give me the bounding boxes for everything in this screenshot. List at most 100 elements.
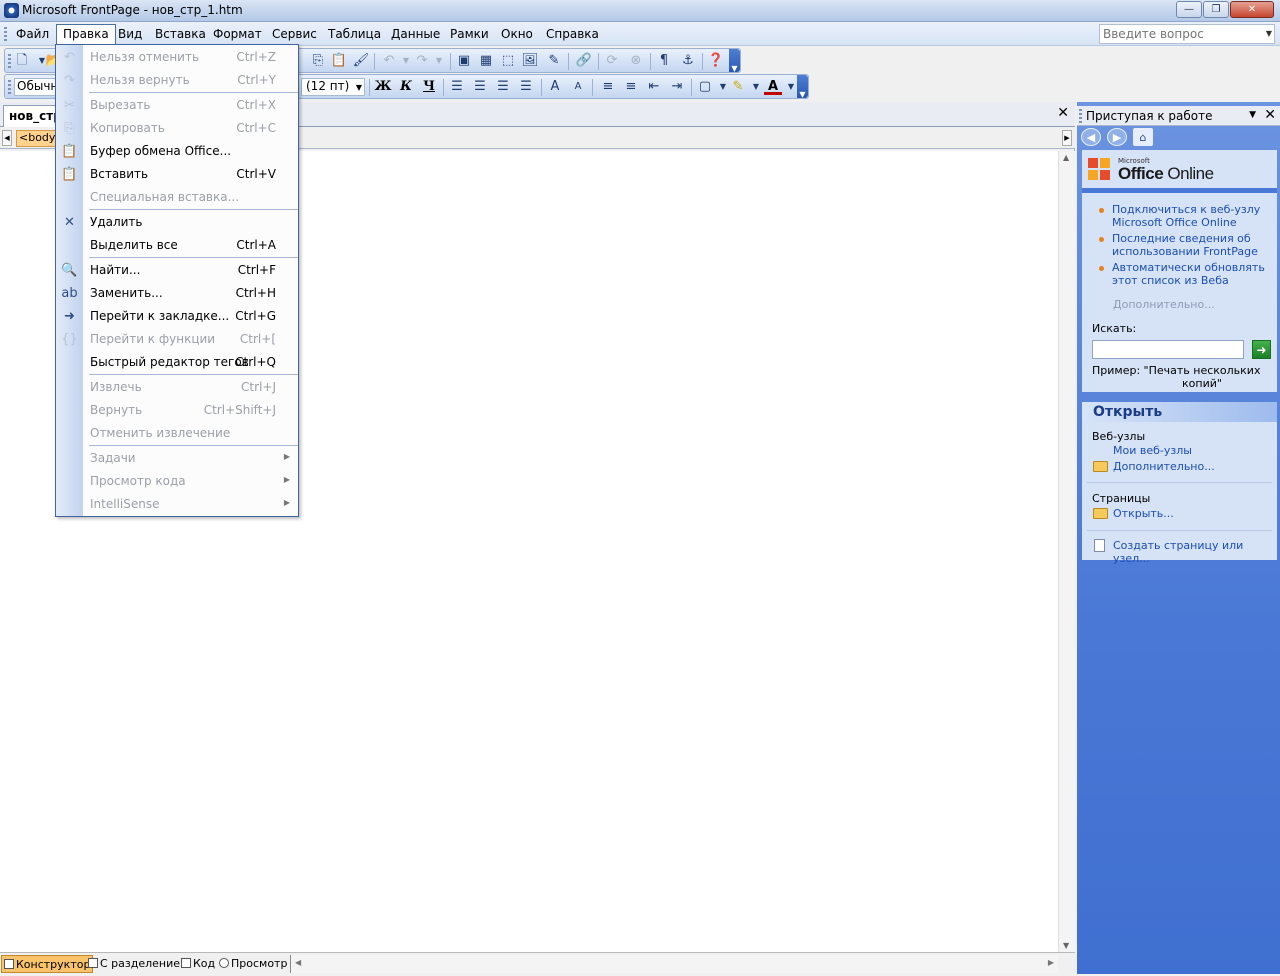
view-tab-code[interactable]: Код [179, 955, 217, 973]
task-pane-menu-icon[interactable]: ▼ [1249, 110, 1256, 120]
menu-help[interactable]: Справка [540, 25, 605, 44]
task-pane-close-icon[interactable]: ✕ [1264, 107, 1276, 123]
bullets-icon[interactable]: ≡ [622, 78, 640, 96]
highlight-icon[interactable]: ✎ [729, 78, 747, 96]
menu-tools[interactable]: Сервис [266, 25, 323, 44]
toolbar-options-chevron-icon[interactable]: ▼ [729, 49, 740, 73]
edit-menu-item[interactable]: IntelliSense ▶ [56, 493, 298, 516]
numbering-icon[interactable]: ≡ [599, 78, 617, 96]
edit-menu-item[interactable]: 📋 Вставить Ctrl+V [56, 163, 298, 186]
task-pane-title[interactable]: Приступая к работе [1086, 109, 1213, 123]
back-icon[interactable]: ◀ [1081, 128, 1101, 146]
view-tab-split[interactable]: С разделением [86, 955, 190, 973]
redo-toolbar-icon[interactable]: ↷ [413, 52, 431, 70]
web-component-icon[interactable]: ▣ [455, 52, 473, 70]
copy-toolbar-icon[interactable]: ⎘ [309, 52, 327, 70]
edit-menu-item[interactable]: Быстрый редактор тегов Ctrl+Q [56, 351, 298, 374]
horizontal-scrollbar[interactable]: ◀ ▶ [290, 955, 1058, 973]
undo-toolbar-icon[interactable]: ↶ [380, 52, 398, 70]
toolbar-options-chevron-icon[interactable]: ▼ [797, 75, 808, 99]
view-tab-preview[interactable]: Просмотр [217, 955, 289, 973]
bold-button[interactable]: Ж [374, 78, 392, 96]
menu-table[interactable]: Таблица [322, 25, 387, 44]
refresh-icon[interactable]: ⟳ [603, 52, 621, 70]
redo-dropdown-icon[interactable]: ▼ [430, 52, 448, 70]
edit-menu-item[interactable]: ✂ Вырезать Ctrl+X [56, 94, 298, 117]
new-page-icon[interactable]: 🗋 [13, 52, 31, 70]
link-auto-update[interactable]: Автоматически обновлять этот список из В… [1092, 261, 1272, 287]
menu-window[interactable]: Окно [495, 25, 539, 44]
menu-format[interactable]: Формат [207, 25, 268, 44]
paste-toolbar-icon[interactable]: 📋 [330, 52, 348, 70]
body-tag-chip[interactable]: <body> [16, 130, 60, 147]
edit-menu-item[interactable]: ↶ Нельзя отменить Ctrl+Z [56, 46, 298, 69]
edit-menu-item[interactable]: Выделить все Ctrl+A [56, 234, 298, 257]
ask-question-box[interactable]: ▼ [1099, 24, 1275, 44]
edit-menu-item[interactable]: {} Перейти к функции Ctrl+[ [56, 328, 298, 351]
edit-menu-item[interactable]: Вернуть Ctrl+Shift+J [56, 399, 298, 422]
edit-menu-item[interactable]: Отменить извлечение [56, 422, 298, 445]
link-latest-news[interactable]: Последние сведения об использовании Fron… [1092, 232, 1272, 258]
more-link[interactable]: Дополнительно... [1113, 298, 1215, 311]
menu-frames[interactable]: Рамки [444, 25, 495, 44]
hyperlink-icon[interactable]: 🔗 [575, 52, 593, 70]
align-left-icon[interactable]: ☰ [448, 78, 466, 96]
edit-menu-item[interactable]: ab Заменить... Ctrl+H [56, 282, 298, 305]
font-size-select[interactable]: (12 пт) ▼ [301, 78, 365, 96]
insert-picture-icon[interactable]: 🖼 [521, 52, 539, 70]
restore-button[interactable]: ❐ [1203, 1, 1229, 18]
decrease-indent-icon[interactable]: ⇤ [645, 78, 663, 96]
websites-more-link[interactable]: Дополнительно... [1113, 460, 1215, 473]
tag-scroll-left-icon[interactable]: ◀ [2, 130, 12, 146]
italic-button[interactable]: К [397, 78, 415, 96]
ask-dropdown-icon[interactable]: ▼ [1266, 29, 1272, 38]
open-section-header[interactable]: Открыть [1082, 402, 1277, 422]
edit-menu-item[interactable]: ✕ Удалить [56, 211, 298, 234]
align-center-icon[interactable]: ☰ [471, 78, 489, 96]
scroll-left-icon[interactable]: ◀ [295, 958, 301, 967]
borders-icon[interactable]: ▢ [696, 78, 714, 96]
scroll-up-icon[interactable]: ▲ [1063, 153, 1069, 162]
font-color-icon[interactable]: A [764, 78, 782, 95]
view-tab-design[interactable]: Конструктор [1, 955, 94, 973]
insert-layer-icon[interactable]: ⬚ [499, 52, 517, 70]
edit-menu-item[interactable]: Задачи ▶ [56, 447, 298, 470]
vertical-scrollbar[interactable]: ▲ ▼ [1058, 151, 1075, 952]
menu-edit[interactable]: Правка [56, 24, 116, 45]
edit-menu-item[interactable]: Просмотр кода ▶ [56, 470, 298, 493]
pages-open-link[interactable]: Открыть... [1113, 507, 1174, 520]
edit-menu-item[interactable]: ⎘ Копировать Ctrl+C [56, 117, 298, 140]
justify-icon[interactable]: ☰ [517, 78, 535, 96]
menu-view[interactable]: Вид [112, 25, 148, 44]
highlight-dropdown-icon[interactable]: ▼ [747, 78, 765, 96]
increase-font-icon[interactable]: A [546, 78, 564, 96]
close-window-button[interactable]: ✕ [1230, 1, 1274, 18]
underline-button[interactable]: Ч [420, 78, 438, 96]
align-right-icon[interactable]: ☰ [494, 78, 512, 96]
ask-question-input[interactable] [1100, 25, 1260, 43]
tag-scroll-right-icon[interactable]: ▶ [1062, 130, 1072, 146]
edit-menu-item[interactable]: ➜ Перейти к закладке... Ctrl+G [56, 305, 298, 328]
decrease-font-icon[interactable]: A [569, 78, 587, 96]
edit-menu-item[interactable]: Извлечь Ctrl+J [56, 376, 298, 399]
scroll-right-icon[interactable]: ▶ [1048, 958, 1054, 967]
show-all-icon[interactable]: ¶ [655, 52, 673, 70]
increase-indent-icon[interactable]: ⇥ [668, 78, 686, 96]
my-websites-link[interactable]: Мои веб-узлы [1113, 444, 1192, 457]
home-icon[interactable]: ⌂ [1133, 128, 1153, 146]
close-document-icon[interactable]: ✕ [1057, 105, 1069, 121]
insert-table-icon[interactable]: ▦ [477, 52, 495, 70]
font-size-dropdown-icon[interactable]: ▼ [356, 83, 362, 92]
stop-icon[interactable]: ⊗ [627, 52, 645, 70]
menubar-grip[interactable] [4, 27, 7, 41]
frontpage-app-icon[interactable] [4, 3, 19, 18]
format-painter-icon[interactable]: 🖌 [352, 52, 370, 70]
style-select[interactable]: Обычный [14, 78, 60, 96]
menu-data[interactable]: Данные [385, 25, 446, 44]
minimize-button[interactable]: — [1176, 1, 1202, 18]
task-pane-grip[interactable] [1079, 109, 1082, 123]
edit-menu-item[interactable]: ↷ Нельзя вернуть Ctrl+Y [56, 69, 298, 92]
toolbar-grip[interactable] [8, 54, 11, 68]
toolbar-grip[interactable] [8, 80, 11, 94]
edit-menu-item[interactable]: Специальная вставка... [56, 186, 298, 209]
